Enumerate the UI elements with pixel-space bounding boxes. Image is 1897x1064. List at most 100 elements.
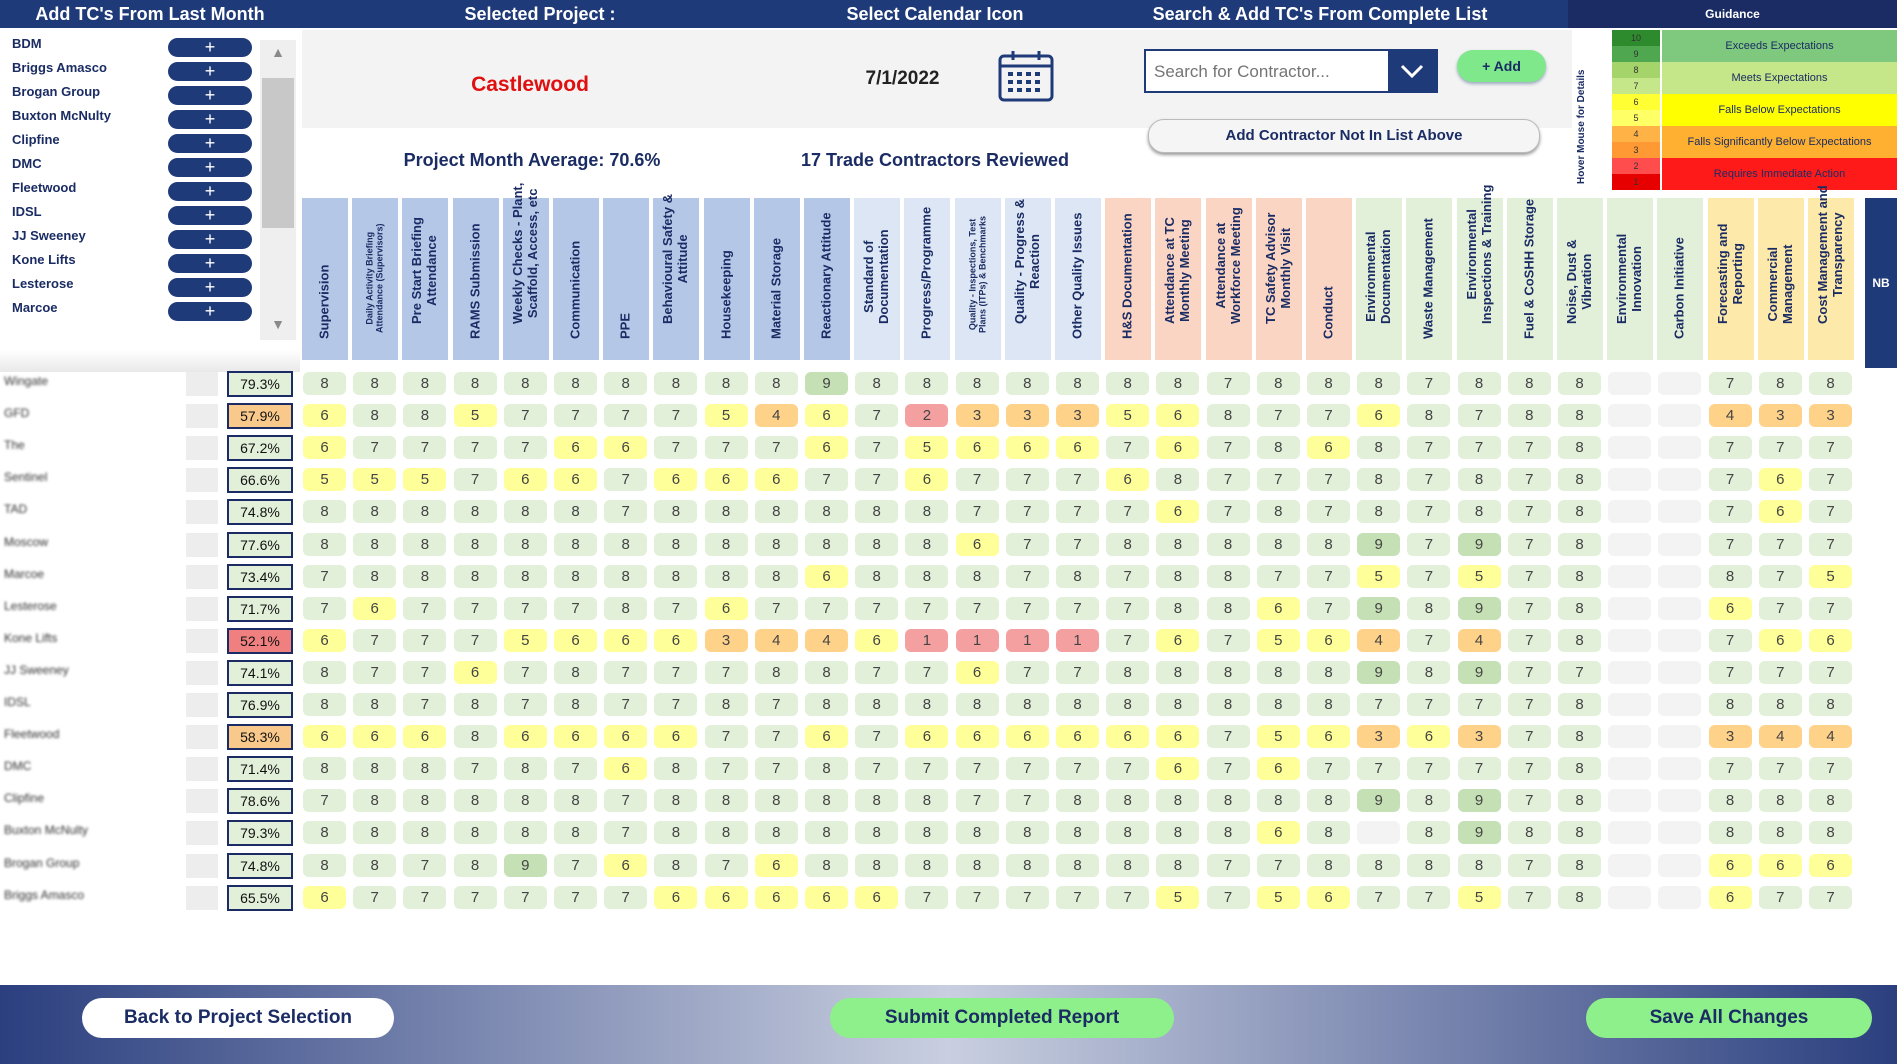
score-cell[interactable]: 7: [604, 821, 648, 845]
score-cell[interactable]: 7: [1256, 468, 1300, 492]
score-cell[interactable]: [1658, 500, 1702, 524]
score-cell[interactable]: 8: [453, 853, 497, 877]
score-cell[interactable]: 8: [855, 693, 899, 716]
score-cell[interactable]: 8: [704, 564, 748, 588]
score-cell[interactable]: 8: [303, 757, 346, 781]
score-cell[interactable]: 8: [754, 821, 798, 845]
score-cell[interactable]: 6: [303, 725, 346, 749]
score-cell[interactable]: 8: [1708, 821, 1752, 845]
score-cell[interactable]: 5: [1156, 885, 1200, 909]
score-cell[interactable]: 6: [805, 564, 848, 588]
score-cell[interactable]: 8: [654, 564, 698, 588]
score-cell[interactable]: 4: [1457, 628, 1501, 652]
score-cell[interactable]: [1658, 693, 1702, 716]
score-cell[interactable]: 8: [1558, 532, 1601, 556]
score-cell[interactable]: [1658, 853, 1702, 877]
score-cell[interactable]: 6: [1307, 725, 1350, 749]
score-cell[interactable]: 8: [1809, 821, 1852, 845]
score-cell[interactable]: 6: [1708, 885, 1752, 909]
score-cell[interactable]: 8: [805, 660, 848, 684]
score-cell[interactable]: 9: [1457, 789, 1501, 813]
score-cell[interactable]: 7: [1507, 532, 1551, 556]
score-cell[interactable]: 5: [905, 436, 949, 460]
score-cell[interactable]: 8: [1005, 693, 1049, 716]
score-cell[interactable]: 8: [1307, 853, 1350, 877]
score-cell[interactable]: 8: [1106, 693, 1150, 716]
score-cell[interactable]: 8: [1307, 660, 1350, 684]
score-cell[interactable]: 8: [1056, 789, 1099, 813]
score-cell[interactable]: 3: [704, 628, 748, 652]
score-cell[interactable]: [1608, 853, 1652, 877]
score-cell[interactable]: 8: [353, 693, 397, 716]
score-cell[interactable]: 7: [554, 596, 597, 620]
score-cell[interactable]: 8: [1758, 821, 1802, 845]
score-cell[interactable]: 8: [303, 532, 346, 556]
score-cell[interactable]: 8: [453, 532, 497, 556]
score-cell[interactable]: 4: [805, 628, 848, 652]
score-cell[interactable]: 7: [1206, 468, 1250, 492]
score-cell[interactable]: 6: [1156, 757, 1200, 781]
score-cell[interactable]: 7: [855, 757, 899, 781]
score-cell[interactable]: 8: [704, 500, 748, 524]
score-cell[interactable]: 5: [1256, 628, 1300, 652]
score-cell[interactable]: 8: [1256, 693, 1300, 716]
score-cell[interactable]: 8: [1407, 821, 1451, 845]
score-cell[interactable]: 7: [1507, 693, 1551, 716]
score-cell[interactable]: 8: [1307, 789, 1350, 813]
score-cell[interactable]: 6: [503, 725, 547, 749]
score-cell[interactable]: 8: [1407, 853, 1451, 877]
score-cell[interactable]: 7: [1056, 532, 1099, 556]
score-cell[interactable]: [1608, 628, 1652, 652]
score-cell[interactable]: 7: [955, 596, 999, 620]
score-cell[interactable]: 7: [805, 596, 848, 620]
add-tc-button[interactable]: +: [168, 62, 252, 81]
score-cell[interactable]: 8: [1106, 789, 1150, 813]
score-cell[interactable]: 1: [955, 628, 999, 652]
score-cell[interactable]: 7: [1407, 532, 1451, 556]
score-cell[interactable]: 8: [1206, 693, 1250, 716]
score-cell[interactable]: 5: [303, 468, 346, 492]
score-cell[interactable]: 7: [1106, 564, 1150, 588]
score-cell[interactable]: 6: [955, 436, 999, 460]
score-cell[interactable]: 7: [1106, 500, 1150, 524]
score-cell[interactable]: 7: [1206, 853, 1250, 877]
score-cell[interactable]: 8: [1156, 660, 1200, 684]
score-cell[interactable]: 8: [855, 372, 899, 395]
row-edit-icon[interactable]: [186, 404, 218, 429]
score-cell[interactable]: 6: [704, 596, 748, 620]
score-cell[interactable]: 8: [754, 660, 798, 684]
score-cell[interactable]: 8: [805, 757, 848, 781]
score-cell[interactable]: 7: [1758, 660, 1802, 684]
score-cell[interactable]: 8: [554, 532, 597, 556]
score-cell[interactable]: 8: [1005, 821, 1049, 845]
score-cell[interactable]: 9: [1357, 660, 1401, 684]
score-cell[interactable]: 6: [754, 468, 798, 492]
score-cell[interactable]: 8: [754, 500, 798, 524]
score-cell[interactable]: 7: [1708, 660, 1752, 684]
score-cell[interactable]: 6: [1357, 404, 1401, 428]
score-cell[interactable]: 7: [1507, 564, 1551, 588]
score-cell[interactable]: 7: [1005, 596, 1049, 620]
score-cell[interactable]: 9: [1457, 596, 1501, 620]
score-cell[interactable]: 6: [654, 468, 698, 492]
score-cell[interactable]: 7: [1407, 564, 1451, 588]
score-cell[interactable]: 7: [855, 436, 899, 460]
score-cell[interactable]: 8: [654, 821, 698, 845]
score-cell[interactable]: 8: [1056, 853, 1099, 877]
score-cell[interactable]: 8: [353, 821, 397, 845]
score-cell[interactable]: 7: [1056, 468, 1099, 492]
score-cell[interactable]: 8: [403, 500, 447, 524]
score-cell[interactable]: 7: [554, 757, 597, 781]
add-tc-button[interactable]: +: [168, 182, 252, 201]
score-cell[interactable]: 3: [1758, 404, 1802, 428]
score-cell[interactable]: 8: [353, 757, 397, 781]
score-cell[interactable]: 7: [905, 885, 949, 909]
score-cell[interactable]: 8: [1558, 596, 1601, 620]
score-cell[interactable]: 6: [604, 725, 648, 749]
score-cell[interactable]: 8: [353, 789, 397, 813]
score-cell[interactable]: 8: [654, 500, 698, 524]
score-cell[interactable]: 8: [1558, 564, 1601, 588]
score-cell[interactable]: 7: [1005, 660, 1049, 684]
score-cell[interactable]: 7: [1457, 404, 1501, 428]
score-cell[interactable]: 8: [1708, 693, 1752, 716]
